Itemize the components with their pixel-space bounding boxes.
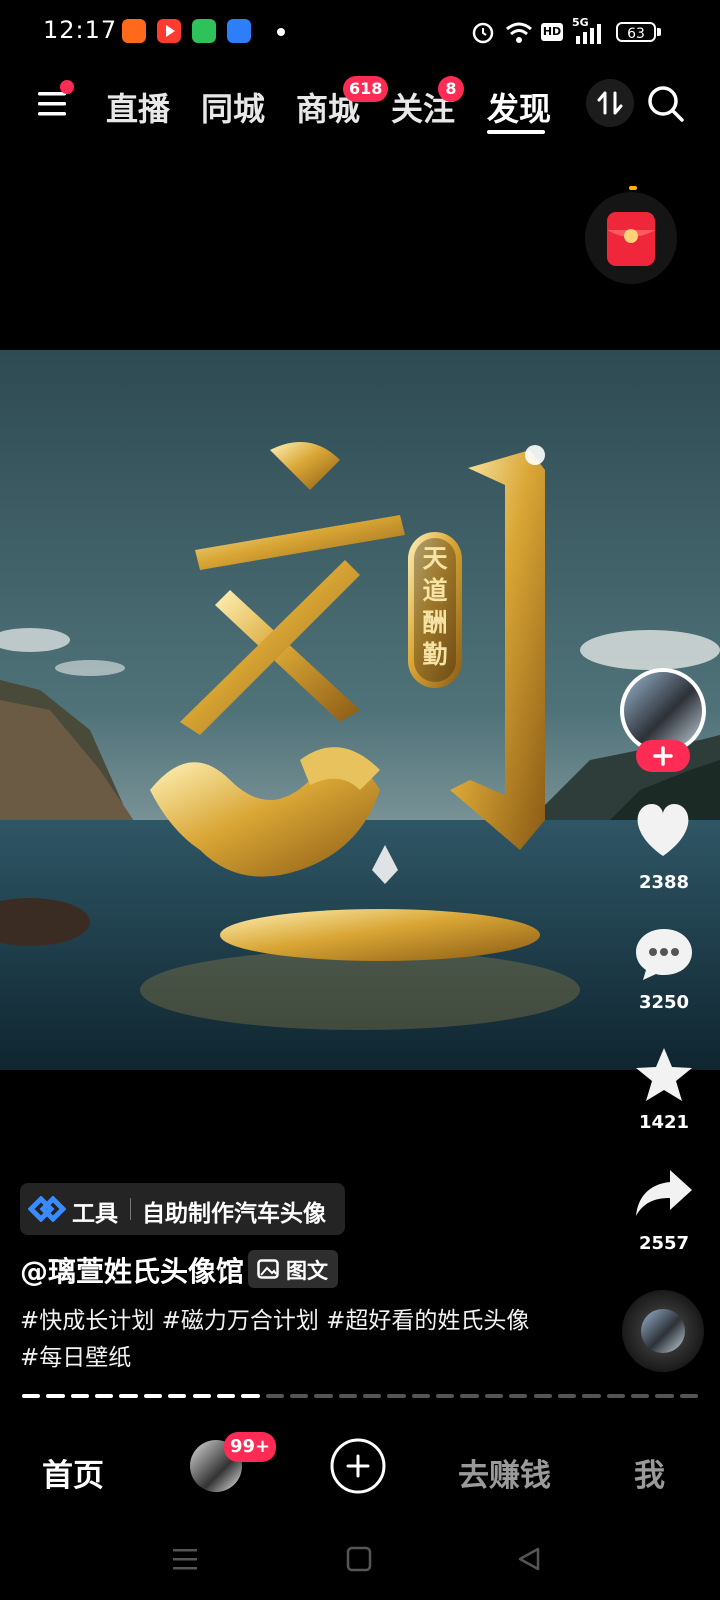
music-cover-avatar xyxy=(641,1309,685,1353)
star-icon xyxy=(636,1048,692,1101)
signal-icon xyxy=(576,24,601,44)
mall-badge: 618 xyxy=(343,76,389,102)
progress-segment xyxy=(70,1394,90,1398)
like-button[interactable] xyxy=(632,802,694,860)
system-navigation xyxy=(0,1522,720,1600)
create-button[interactable] xyxy=(330,1438,386,1494)
hashtags[interactable]: #快成长计划 #磁力万合计划 #超好看的姓氏头像 #每日壁纸 xyxy=(20,1303,540,1377)
comment-button[interactable] xyxy=(634,926,694,982)
progress-segment xyxy=(168,1394,187,1398)
status-bar: 12:17 HD 5G 63 xyxy=(0,0,720,64)
plus-icon xyxy=(653,746,673,766)
image-post-icon xyxy=(257,1259,279,1279)
progress-segment xyxy=(143,1394,163,1398)
progress-segment xyxy=(119,1394,138,1398)
tool-label: 工具 xyxy=(72,1201,118,1227)
tab-nearby[interactable]: 同城 xyxy=(201,84,265,130)
add-circle-icon xyxy=(330,1438,386,1494)
progress-segment xyxy=(484,1394,504,1398)
red-packet-button[interactable] xyxy=(585,186,677,284)
notification-app-icon xyxy=(122,19,146,43)
battery-indicator: 63 xyxy=(616,22,656,42)
recents-menu-icon[interactable] xyxy=(172,1546,198,1572)
status-time: 12:17 xyxy=(43,16,118,44)
like-count: 2388 xyxy=(638,872,690,893)
heart-icon xyxy=(637,804,689,856)
battery-tip xyxy=(657,28,661,36)
alarm-icon xyxy=(472,22,494,44)
progress-segment xyxy=(95,1394,114,1398)
tab-discover[interactable]: 发现 xyxy=(487,84,551,130)
active-tab-indicator xyxy=(487,130,545,134)
red-envelope-icon xyxy=(607,212,655,266)
tab-live[interactable]: 直播 xyxy=(106,84,170,130)
tool-tag[interactable]: 工具 自助制作汽车头像 xyxy=(20,1183,345,1235)
nav-earn[interactable]: 去赚钱 xyxy=(458,1450,551,1495)
post-type-badge: 图文 xyxy=(248,1250,338,1288)
plaque-text: 天道酬勤 xyxy=(422,544,448,669)
progress-segment xyxy=(557,1394,577,1398)
tool-link-icon xyxy=(28,1196,66,1222)
progress-segment xyxy=(460,1394,479,1398)
switch-mode-button[interactable] xyxy=(586,79,634,127)
nav-home[interactable]: 首页 xyxy=(42,1450,104,1495)
menu-notification-dot xyxy=(60,80,74,94)
progress-segment xyxy=(289,1394,309,1398)
progress-segment xyxy=(509,1394,528,1398)
music-disc-button[interactable] xyxy=(622,1290,704,1372)
swap-icon xyxy=(597,91,623,115)
gold-name-artwork xyxy=(0,350,720,1070)
share-icon xyxy=(636,1170,692,1216)
progress-segment xyxy=(314,1394,333,1398)
back-triangle-icon[interactable] xyxy=(516,1546,542,1572)
progress-segment xyxy=(216,1394,236,1398)
search-icon xyxy=(648,86,684,122)
progress-segment xyxy=(533,1394,552,1398)
progress-segment xyxy=(436,1394,455,1398)
post-image[interactable]: 天道酬勤 xyxy=(0,350,720,1070)
nav-me[interactable]: 我 xyxy=(634,1450,665,1495)
bottom-navigation: 首页 99+ 去赚钱 我 xyxy=(0,1422,720,1522)
follow-button[interactable] xyxy=(636,740,690,772)
share-button[interactable] xyxy=(634,1168,694,1220)
hd-indicator: HD xyxy=(541,23,563,41)
friends-badge: 99+ xyxy=(224,1432,277,1462)
progress-segment xyxy=(338,1394,357,1398)
search-button[interactable] xyxy=(644,82,688,126)
favorite-count: 1421 xyxy=(638,1112,690,1133)
progress-segment xyxy=(679,1394,698,1398)
share-count: 2557 xyxy=(638,1233,690,1254)
comment-count: 3250 xyxy=(638,992,690,1013)
author-name[interactable]: @璃萱姓氏头像馆 xyxy=(20,1250,244,1290)
video-app-icon xyxy=(157,19,181,43)
progress-segment xyxy=(241,1394,260,1398)
tool-name: 自助制作汽车头像 xyxy=(142,1201,326,1227)
post-type-label: 图文 xyxy=(286,1259,328,1283)
top-navigation: 直播 同城 商城 618 关注 8 发现 xyxy=(0,70,720,140)
menu-button[interactable] xyxy=(36,80,74,120)
progress-segment xyxy=(192,1394,211,1398)
following-badge: 8 xyxy=(438,76,464,102)
progress-segment xyxy=(46,1394,65,1398)
author-avatar xyxy=(624,672,702,750)
wifi-icon xyxy=(506,22,532,43)
progress-segment xyxy=(655,1394,674,1398)
progress-segment xyxy=(22,1394,41,1398)
browser-app-icon xyxy=(227,19,251,43)
progress-segment xyxy=(630,1394,650,1398)
image-progress-indicator xyxy=(22,1394,698,1398)
more-notifications-dot xyxy=(277,28,285,36)
tool-divider xyxy=(130,1198,131,1220)
progress-segment xyxy=(582,1394,601,1398)
progress-segment xyxy=(387,1394,406,1398)
message-app-icon xyxy=(192,19,216,43)
comment-icon xyxy=(636,929,692,980)
red-packet-timer-dot xyxy=(629,186,637,190)
progress-segment xyxy=(363,1394,382,1398)
progress-segment xyxy=(265,1394,284,1398)
home-square-icon[interactable] xyxy=(346,1546,372,1572)
favorite-button[interactable] xyxy=(634,1046,694,1104)
progress-segment xyxy=(411,1394,431,1398)
progress-segment xyxy=(606,1394,625,1398)
